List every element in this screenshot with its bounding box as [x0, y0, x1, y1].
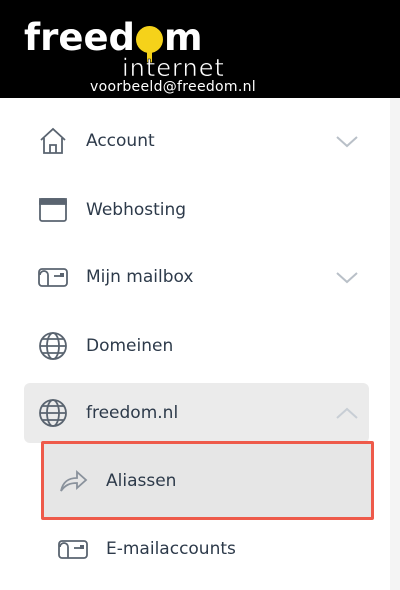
nav-item-label: freedom.nl [86, 403, 179, 423]
chevron-down-icon[interactable] [335, 265, 359, 289]
nav-item-freedom-nl[interactable]: freedom.nl [24, 383, 369, 443]
house-icon [36, 124, 70, 158]
mailbox-icon [56, 532, 90, 566]
nav-item-label: Domeinen [86, 336, 174, 356]
nav-item-webhosting[interactable]: Webhosting [24, 180, 369, 240]
nav-item-label: Account [86, 131, 155, 151]
nav-item-mijn-mailbox[interactable]: Mijn mailbox [24, 247, 369, 307]
forward-arrow-icon [56, 464, 90, 498]
sidebar-edge [390, 98, 400, 590]
nav-item-domeinen[interactable]: Domeinen [24, 316, 369, 376]
lightbulb-icon [136, 26, 164, 63]
chevron-down-icon[interactable] [335, 129, 359, 153]
sub-item-e-mailaccounts[interactable]: E-mailaccounts [44, 519, 374, 579]
account-email: voorbeeld@freedom.nl [90, 79, 256, 95]
logo-text-end: m [164, 16, 203, 59]
header: freed m internet voorbeeld@freedom.nl [0, 0, 400, 98]
sub-item-label: E-mailaccounts [106, 539, 236, 559]
nav-item-label: Mijn mailbox [86, 267, 194, 287]
nav-item-account[interactable]: Account [24, 111, 369, 171]
mailbox-icon [36, 260, 70, 294]
chevron-up-icon[interactable] [335, 401, 359, 425]
globe-icon [36, 396, 70, 430]
nav-item-label: Webhosting [86, 200, 187, 220]
globe-icon [36, 329, 70, 363]
sub-item-aliassen[interactable]: Aliassen [44, 451, 374, 511]
logo-text-start: freed [24, 16, 136, 59]
sub-item-label: Aliassen [106, 471, 177, 491]
window-icon [36, 193, 70, 227]
